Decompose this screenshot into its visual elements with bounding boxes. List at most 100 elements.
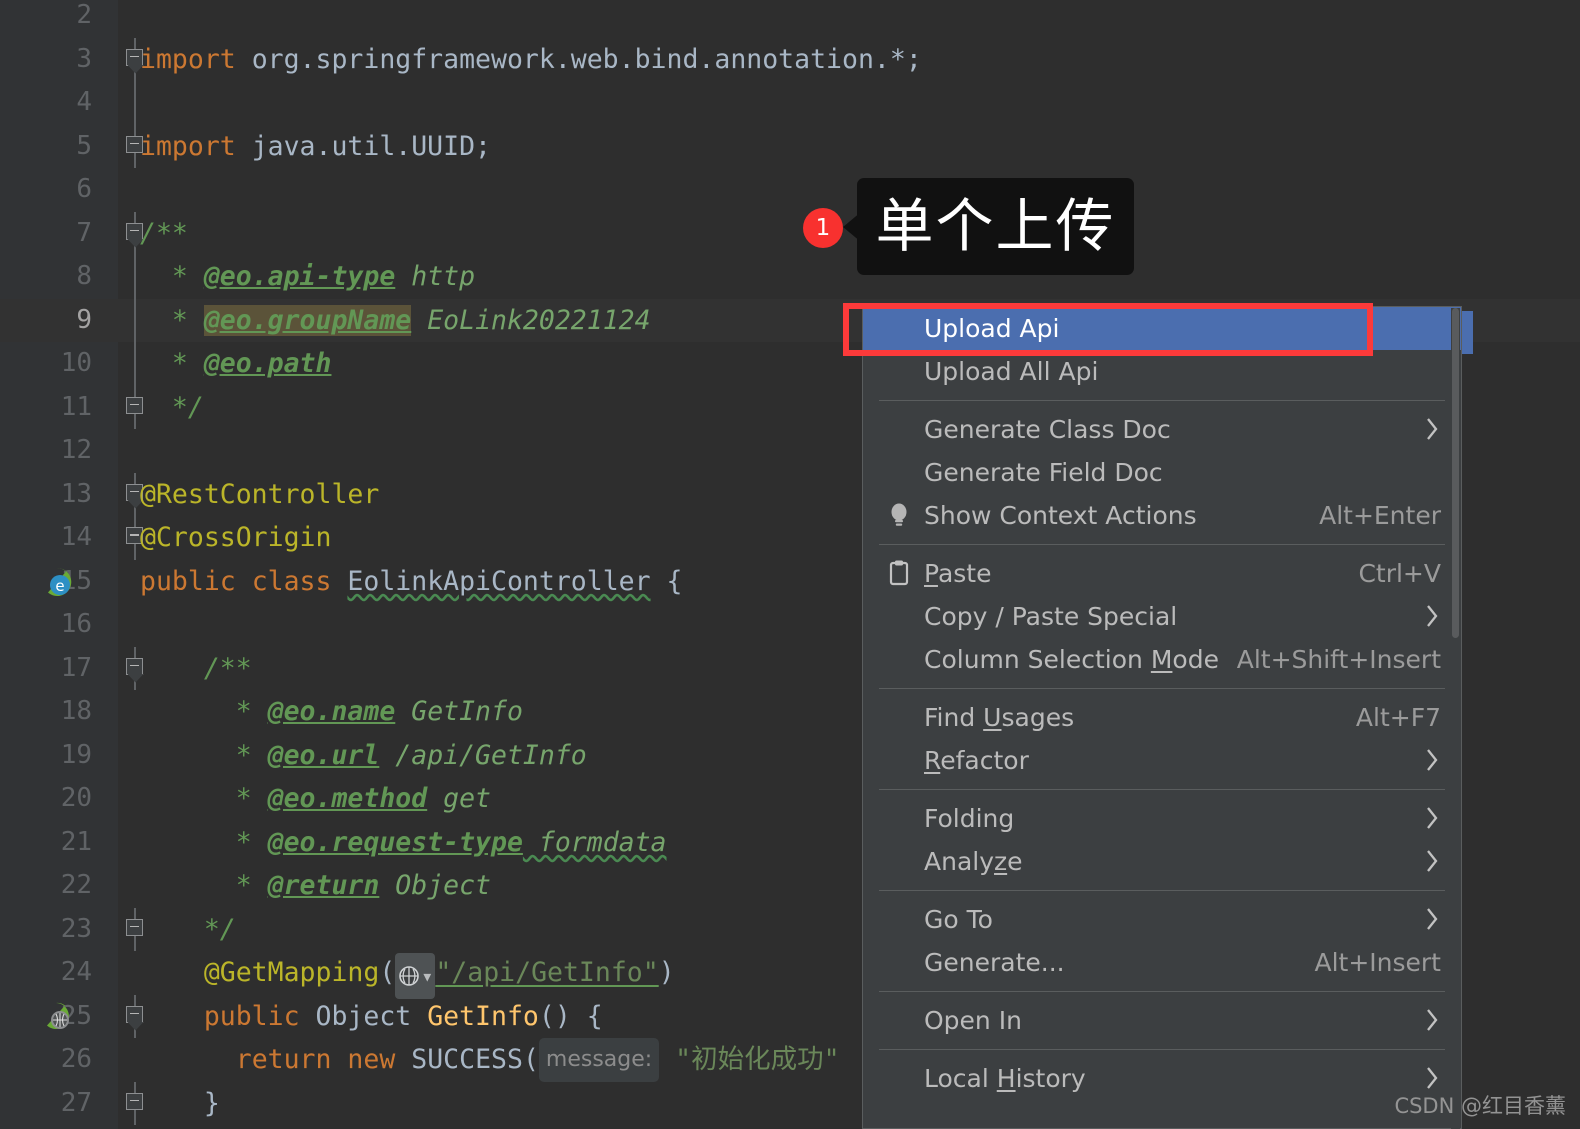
annotation-highlight-box	[843, 303, 1373, 356]
code-text: * @eo.request-type formdata	[140, 826, 667, 858]
menu-item-copy-paste-special[interactable]: Copy / Paste Special	[863, 595, 1461, 638]
globe-icon[interactable]: ▾	[395, 953, 436, 999]
menu-item-refactor[interactable]: Refactor	[863, 739, 1461, 782]
menu-item-label: Copy / Paste Special	[924, 602, 1178, 631]
clipboard-icon	[889, 560, 909, 586]
editor-context-menu[interactable]: Upload Api Upload All Api Generate Class D…	[862, 306, 1462, 1129]
menu-scrollbar-thumb[interactable]	[1452, 308, 1459, 638]
line-number: 9	[76, 304, 92, 335]
parameter-hint: message:	[538, 1038, 660, 1082]
menu-item-generate-field-doc[interactable]: Generate Field Doc	[863, 451, 1461, 494]
code-text: import java.util.UUID;	[140, 130, 492, 162]
ide-editor-screen: 2 3 import org.springframework.web.bind.an…	[0, 0, 1580, 1129]
code-line[interactable]: 8 * @eo.api-type http	[0, 255, 1580, 299]
chevron-right-icon	[1427, 908, 1438, 930]
menu-item-label: Paste	[924, 559, 992, 588]
menu-item-label: Open In	[924, 1006, 1022, 1035]
code-text: return new SUCCESS(message: "初始化成功"	[140, 1038, 840, 1082]
code-line[interactable]: 4	[0, 81, 1580, 125]
line-number: 2	[76, 0, 92, 30]
callout-text: 单个上传	[875, 192, 1116, 260]
menu-item-shortcut: Ctrl+V	[1358, 559, 1441, 588]
code-text: }	[140, 1087, 220, 1119]
callout-badge: 1	[803, 208, 843, 248]
line-number: 27	[60, 1087, 92, 1118]
menu-scrollbar[interactable]	[1451, 308, 1460, 1129]
fold-stem-icon	[134, 342, 136, 386]
menu-item-label: Generate Field Doc	[924, 458, 1163, 487]
code-text: * @eo.name GetInfo	[140, 696, 523, 727]
line-number: 24	[60, 957, 92, 987]
menu-item-column-selection-mode[interactable]: Column Selection Mode Alt+Shift+Insert	[863, 638, 1461, 681]
code-text: @CrossOrigin	[140, 522, 332, 553]
lightbulb-icon	[891, 503, 907, 526]
line-number: 19	[60, 739, 92, 770]
line-number: 12	[60, 435, 92, 465]
line-number: 16	[60, 609, 92, 639]
menu-item-upload-all-api[interactable]: Upload All Api	[863, 350, 1461, 393]
menu-item-label: Refactor	[924, 746, 1029, 775]
line-number: 17	[60, 652, 92, 683]
code-text: * @eo.method get	[140, 783, 492, 814]
menu-item-generate[interactable]: Generate... Alt+Insert	[863, 941, 1461, 984]
fold-stem-icon	[134, 255, 136, 299]
menu-item-folding[interactable]: Folding	[863, 797, 1461, 840]
code-text: * @eo.url /api/GetInfo	[140, 739, 587, 771]
menu-item-analyze[interactable]: Analyze	[863, 840, 1461, 883]
code-line[interactable]: 6	[0, 168, 1580, 212]
chevron-right-icon	[1427, 418, 1438, 440]
code-text: @GetMapping(▾"/api/GetInfo")	[140, 951, 675, 999]
menu-item-shortcut: Alt+F7	[1355, 703, 1441, 732]
fold-stem-icon	[134, 81, 136, 125]
menu-separator	[879, 890, 1445, 891]
menu-item-label: Show Context Actions	[924, 501, 1197, 530]
code-line[interactable]: 3 import org.springframework.web.bind.ann…	[0, 37, 1580, 81]
chevron-right-icon	[1427, 807, 1438, 829]
chevron-right-icon	[1427, 1009, 1438, 1031]
code-text: public Object GetInfo() {	[140, 1000, 603, 1032]
menu-item-paste[interactable]: Paste Ctrl+V	[863, 552, 1461, 595]
menu-separator	[879, 789, 1445, 790]
chevron-right-icon	[1427, 850, 1438, 872]
code-text: /**	[140, 652, 252, 684]
menu-item-label: Find Usages	[924, 703, 1075, 732]
menu-separator	[879, 544, 1445, 545]
menu-item-label: Analyze	[924, 847, 1023, 876]
line-number: 4	[76, 87, 92, 117]
eolink-green-icon[interactable]	[40, 1000, 74, 1034]
code-text: * @eo.api-type http	[140, 261, 476, 292]
code-text: @RestController	[140, 478, 380, 510]
code-line[interactable]: 5 import java.util.UUID;	[0, 124, 1580, 168]
menu-item-shortcut: Alt+Insert	[1314, 948, 1441, 977]
menu-item-label: Upload All Api	[924, 357, 1099, 386]
code-text: */	[140, 391, 204, 423]
menu-item-label: Local History	[924, 1064, 1086, 1093]
svg-text:e: e	[55, 577, 64, 595]
menu-item-open-in[interactable]: Open In	[863, 999, 1461, 1042]
code-line[interactable]: 7 /**	[0, 211, 1580, 255]
code-text: * @eo.path	[140, 348, 332, 379]
menu-item-generate-class-doc[interactable]: Generate Class Doc	[863, 408, 1461, 451]
line-number: 5	[76, 130, 92, 161]
watermark: CSDN @红目香薰	[1394, 1094, 1566, 1118]
menu-item-go-to[interactable]: Go To	[863, 898, 1461, 941]
menu-item-show-context-actions[interactable]: Show Context Actions Alt+Enter	[863, 494, 1461, 537]
line-number: 22	[60, 870, 92, 900]
menu-item-label: Folding	[924, 804, 1015, 833]
code-text: */	[140, 913, 236, 945]
menu-separator	[879, 1049, 1445, 1050]
code-text: * @return Object	[140, 870, 492, 901]
line-number: 11	[60, 391, 92, 422]
menu-separator	[879, 991, 1445, 992]
fold-stem-icon	[134, 298, 136, 342]
menu-separator	[879, 688, 1445, 689]
eolink-blue-icon[interactable]: e	[40, 565, 74, 599]
menu-item-find-usages[interactable]: Find Usages Alt+F7	[863, 696, 1461, 739]
chevron-right-icon	[1427, 605, 1438, 627]
line-number: 7	[76, 217, 92, 248]
code-text: import org.springframework.web.bind.anno…	[140, 43, 922, 75]
menu-separator	[879, 400, 1445, 401]
menu-item-local-history[interactable]: Local History	[863, 1057, 1461, 1100]
line-number: 6	[76, 174, 92, 204]
code-line[interactable]: 2	[0, 0, 1580, 38]
